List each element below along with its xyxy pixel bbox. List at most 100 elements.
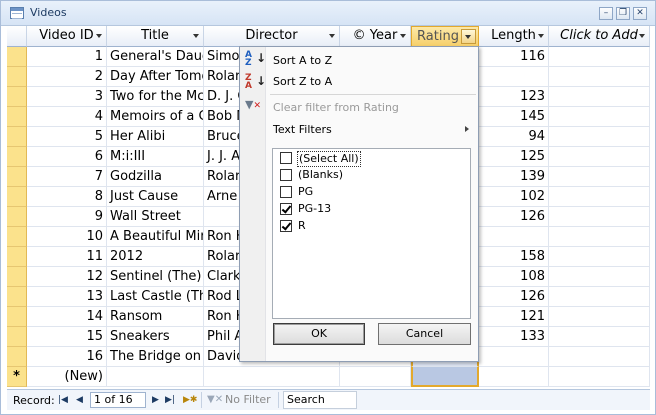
cell-length[interactable]: 102: [479, 187, 549, 207]
close-button[interactable]: ✕: [633, 7, 647, 20]
record-selector[interactable]: [7, 227, 27, 247]
cell-title[interactable]: Sneakers: [107, 327, 204, 347]
cell-video-id[interactable]: 1: [27, 47, 107, 67]
cell-click-to-add[interactable]: [549, 227, 650, 247]
cell-video-id[interactable]: 13: [27, 287, 107, 307]
cell-click-to-add[interactable]: [549, 87, 650, 107]
cell-video-id[interactable]: 15: [27, 327, 107, 347]
checkbox-blanks[interactable]: [280, 169, 292, 181]
record-selector[interactable]: [7, 347, 27, 367]
cell-click-to-add[interactable]: [549, 207, 650, 227]
cell-length[interactable]: 145: [479, 107, 549, 127]
header-director[interactable]: Director: [204, 26, 340, 47]
cell-video-id[interactable]: 2: [27, 67, 107, 87]
cell-click-to-add[interactable]: [549, 287, 650, 307]
cell-video-id[interactable]: 14: [27, 307, 107, 327]
cell-length[interactable]: 108: [479, 267, 549, 287]
chevron-down-icon[interactable]: [400, 34, 406, 38]
cell-length[interactable]: [479, 67, 549, 87]
record-selector[interactable]: [7, 47, 27, 67]
cell-video-id[interactable]: 7: [27, 167, 107, 187]
record-selector[interactable]: [7, 187, 27, 207]
cell-click-to-add[interactable]: [549, 187, 650, 207]
chevron-down-icon[interactable]: [193, 34, 199, 38]
cell-title[interactable]: Ransom: [107, 307, 204, 327]
cell-title[interactable]: [107, 367, 204, 387]
header-click-to-add[interactable]: Click to Add: [549, 26, 650, 47]
no-filter-toggle[interactable]: No Filter: [225, 393, 271, 406]
record-selector[interactable]: [7, 267, 27, 287]
cell-title[interactable]: Godzilla: [107, 167, 204, 187]
cell-year[interactable]: [340, 367, 411, 387]
cell-add[interactable]: [549, 367, 650, 387]
current-record-field[interactable]: 1 of 16: [90, 392, 146, 408]
cell-title[interactable]: Last Castle (The: [107, 287, 204, 307]
restore-button[interactable]: ❐: [616, 7, 630, 20]
cell-title[interactable]: Her Alibi: [107, 127, 204, 147]
cell-length[interactable]: 139: [479, 167, 549, 187]
cell-length[interactable]: 123: [479, 87, 549, 107]
cell-video-id[interactable]: 5: [27, 127, 107, 147]
new-record-row[interactable]: * (New): [7, 367, 650, 387]
cell-title[interactable]: Two for the Mc: [107, 87, 204, 107]
search-input[interactable]: Search: [283, 391, 357, 409]
cell-title[interactable]: Just Cause: [107, 187, 204, 207]
record-selector[interactable]: [7, 307, 27, 327]
record-selector[interactable]: [7, 147, 27, 167]
cell-click-to-add[interactable]: [549, 127, 650, 147]
cell-director[interactable]: [204, 367, 340, 387]
cell-length[interactable]: 133: [479, 327, 549, 347]
cell-rating[interactable]: [411, 367, 479, 387]
cell-title[interactable]: M:i:III: [107, 147, 204, 167]
cell-click-to-add[interactable]: [549, 347, 650, 367]
cell-click-to-add[interactable]: [549, 247, 650, 267]
record-selector[interactable]: [7, 127, 27, 147]
header-video-id[interactable]: Video ID: [27, 26, 107, 47]
cell-click-to-add[interactable]: [549, 307, 650, 327]
cell-click-to-add[interactable]: [549, 107, 650, 127]
record-selector[interactable]: [7, 247, 27, 267]
cell-click-to-add[interactable]: [549, 267, 650, 287]
record-selector[interactable]: [7, 207, 27, 227]
cell-video-id[interactable]: 16: [27, 347, 107, 367]
record-selector[interactable]: [7, 107, 27, 127]
cell-length[interactable]: 158: [479, 247, 549, 267]
new-record-icon[interactable]: ▶✱: [183, 394, 197, 406]
header-year[interactable]: © Year: [340, 26, 411, 47]
cell-click-to-add[interactable]: [549, 167, 650, 187]
cell-video-id[interactable]: 4: [27, 107, 107, 127]
chevron-down-icon[interactable]: [329, 34, 335, 38]
cell-video-id[interactable]: 10: [27, 227, 107, 247]
checkbox-select-all[interactable]: [280, 152, 292, 164]
last-record-icon[interactable]: ▶|: [165, 394, 175, 406]
cell-title[interactable]: Sentinel (The): [107, 267, 204, 287]
cell-length[interactable]: 121: [479, 307, 549, 327]
cell-title[interactable]: 2012: [107, 247, 204, 267]
cell-length[interactable]: 125: [479, 147, 549, 167]
cell-length[interactable]: 94: [479, 127, 549, 147]
cell-length[interactable]: 126: [479, 207, 549, 227]
cell-length[interactable]: [479, 367, 549, 387]
sort-z-to-a-item[interactable]: Sort Z to A: [273, 75, 332, 88]
record-selector[interactable]: [7, 287, 27, 307]
record-selector[interactable]: [7, 87, 27, 107]
checkbox-pg-13[interactable]: [280, 203, 292, 215]
cell-click-to-add[interactable]: [549, 67, 650, 87]
cell-click-to-add[interactable]: [549, 147, 650, 167]
ok-button[interactable]: OK: [273, 323, 365, 345]
header-rating[interactable]: Rating: [411, 26, 479, 47]
cell-title[interactable]: Wall Street: [107, 207, 204, 227]
previous-record-icon[interactable]: ◀: [76, 394, 83, 406]
select-all-corner[interactable]: [7, 26, 27, 47]
checkbox-r[interactable]: [280, 220, 292, 232]
record-selector[interactable]: [7, 67, 27, 87]
cell-video-id[interactable]: 12: [27, 267, 107, 287]
cancel-button[interactable]: Cancel: [378, 323, 471, 345]
cell-title[interactable]: The Bridge on t: [107, 347, 204, 367]
cell-click-to-add[interactable]: [549, 47, 650, 67]
cell-title[interactable]: Memoirs of a G: [107, 107, 204, 127]
cell-title[interactable]: A Beautiful Mir: [107, 227, 204, 247]
cell-video-id[interactable]: 9: [27, 207, 107, 227]
next-record-icon[interactable]: ▶: [152, 394, 159, 406]
cell-video-id[interactable]: 6: [27, 147, 107, 167]
